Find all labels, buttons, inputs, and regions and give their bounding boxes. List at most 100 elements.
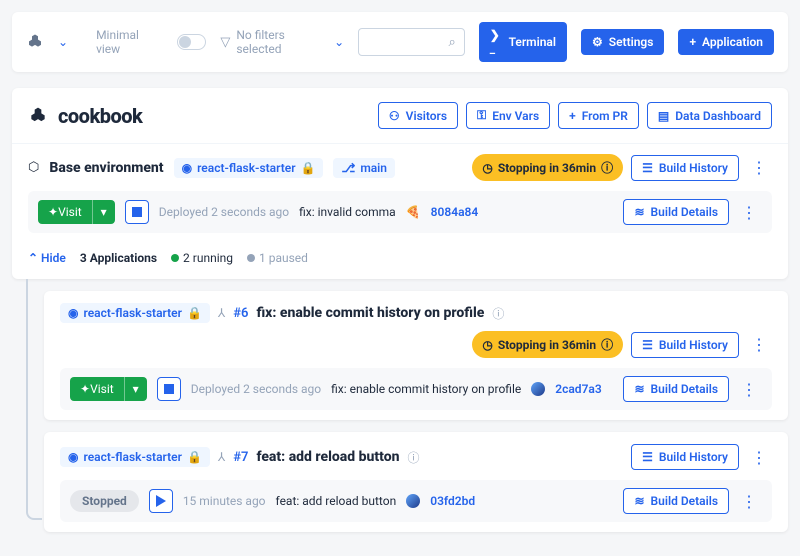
info-icon[interactable]: ⓘ bbox=[601, 336, 613, 353]
repo-chip[interactable]: ◉react-flask-starter🔒 bbox=[60, 447, 210, 467]
clock-icon: ◷ bbox=[482, 338, 492, 352]
more-menu[interactable]: ⋮ bbox=[747, 158, 772, 177]
layers-icon: ≋ bbox=[634, 494, 644, 508]
pr-number[interactable]: #6 bbox=[233, 306, 248, 321]
hide-toggle[interactable]: ⌃ Hide bbox=[28, 251, 66, 265]
visitors-button[interactable]: ⚇Visitors bbox=[378, 102, 458, 129]
data-dashboard-button[interactable]: ▤Data Dashboard bbox=[647, 102, 772, 129]
branch-chip[interactable]: ⎇main bbox=[333, 158, 395, 178]
commit-sha[interactable]: 8084a84 bbox=[431, 205, 479, 219]
stop-button[interactable] bbox=[157, 377, 181, 401]
brand-icon bbox=[26, 33, 44, 51]
commit-message: feat: add reload button bbox=[276, 494, 397, 508]
repo-chip[interactable]: ◉react-flask-starter🔒 bbox=[60, 303, 210, 323]
pizza-icon: 🍕 bbox=[406, 205, 421, 219]
paused-count: 1 paused bbox=[247, 251, 308, 265]
commit-sha[interactable]: 2cad7a3 bbox=[555, 382, 601, 396]
pr-icon: ⅄ bbox=[218, 306, 225, 320]
pr-number[interactable]: #7 bbox=[233, 450, 248, 465]
pr-icon: ⅄ bbox=[218, 450, 225, 464]
rocket-icon: ✦ bbox=[80, 382, 90, 396]
more-menu[interactable]: ⋮ bbox=[747, 335, 772, 354]
play-button[interactable] bbox=[149, 489, 173, 513]
plus-icon: + bbox=[569, 109, 576, 123]
commit-sha[interactable]: 03fd2bd bbox=[430, 494, 475, 508]
apps-count: 3 Applications bbox=[80, 251, 157, 265]
env-vars-button[interactable]: ⚿Env Vars bbox=[466, 102, 550, 129]
info-icon[interactable]: ⓘ bbox=[492, 305, 504, 322]
commit-message: fix: invalid comma bbox=[299, 205, 396, 219]
info-icon[interactable]: ⓘ bbox=[407, 449, 419, 466]
chevron-down-icon: ⌄ bbox=[334, 35, 344, 49]
stop-icon bbox=[164, 384, 174, 394]
stopping-badge: ◷Stopping in 36minⓘ bbox=[472, 331, 623, 358]
build-details-button[interactable]: ≋Build Details bbox=[623, 488, 729, 514]
terminal-icon: ❯_ bbox=[490, 28, 503, 56]
from-pr-button[interactable]: +From PR bbox=[558, 102, 639, 129]
commit-message: fix: enable commit history on profile bbox=[331, 382, 521, 396]
project-title: cookbook bbox=[58, 104, 142, 128]
apps-summary: ⌃ Hide 3 Applications 2 running 1 paused bbox=[12, 243, 788, 279]
more-menu[interactable]: ⋮ bbox=[737, 203, 762, 222]
terminal-button[interactable]: ❯_Terminal bbox=[479, 22, 567, 62]
github-icon: ◉ bbox=[68, 450, 78, 464]
repo-chip[interactable]: ◉react-flask-starter🔒 bbox=[174, 158, 324, 178]
visit-dropdown[interactable]: ▾ bbox=[124, 377, 147, 401]
stopped-badge: Stopped bbox=[70, 490, 139, 512]
visit-dropdown[interactable]: ▾ bbox=[92, 200, 115, 224]
layers-icon: ≋ bbox=[634, 205, 644, 219]
branch-icon: ⎇ bbox=[341, 161, 355, 175]
avatar bbox=[531, 382, 545, 396]
box-icon: ⬡ bbox=[28, 160, 39, 175]
chevron-up-icon: ⌃ bbox=[28, 251, 38, 265]
filter-icon: ▽ bbox=[220, 35, 230, 50]
pr-title: feat: add reload button bbox=[256, 449, 399, 465]
build-details-button[interactable]: ≋Build Details bbox=[623, 376, 729, 402]
running-count: 2 running bbox=[171, 251, 233, 265]
rocket-icon: ✦ bbox=[48, 205, 58, 219]
play-icon bbox=[156, 495, 166, 507]
search-input[interactable]: ⌕ bbox=[358, 28, 465, 56]
minimal-view-label: Minimal view bbox=[96, 28, 163, 56]
stop-icon bbox=[132, 207, 142, 217]
more-menu[interactable]: ⋮ bbox=[737, 380, 762, 399]
search-icon: ⌕ bbox=[448, 35, 455, 50]
pr-card: ◉react-flask-starter🔒 ⅄ #7 feat: add rel… bbox=[44, 432, 788, 532]
project-card: cookbook ⚇Visitors ⚿Env Vars +From PR ▤D… bbox=[12, 88, 788, 279]
more-menu[interactable]: ⋮ bbox=[737, 492, 762, 511]
settings-button[interactable]: ⚙Settings bbox=[581, 29, 664, 55]
users-icon: ⚇ bbox=[389, 109, 400, 123]
topbar: ⌄ Minimal view ▽ No filters selected ⌄ ⌕… bbox=[12, 12, 788, 72]
dashboard-icon: ▤ bbox=[658, 109, 669, 123]
chevron-down-icon[interactable]: ⌄ bbox=[58, 35, 68, 49]
build-details-button[interactable]: ≋Build Details bbox=[623, 199, 729, 225]
visit-button[interactable]: ✦Visit bbox=[38, 200, 92, 224]
visit-button[interactable]: ✦Visit bbox=[70, 377, 124, 401]
lock-icon: 🔒 bbox=[301, 161, 316, 175]
info-icon[interactable]: ⓘ bbox=[601, 159, 613, 176]
deployed-time: Deployed 2 seconds ago bbox=[159, 205, 289, 219]
pr-title: fix: enable commit history on profile bbox=[256, 305, 484, 321]
env-title: Base environment bbox=[49, 160, 163, 176]
stopping-badge: ◷Stopping in 36minⓘ bbox=[472, 154, 623, 181]
deployed-time: Deployed 2 seconds ago bbox=[191, 382, 321, 396]
more-menu[interactable]: ⋮ bbox=[747, 448, 772, 467]
build-history-button[interactable]: ☰Build History bbox=[631, 155, 739, 181]
lock-icon: 🔒 bbox=[187, 450, 202, 464]
key-icon: ⚿ bbox=[477, 108, 486, 123]
list-icon: ☰ bbox=[642, 338, 653, 352]
filter-dropdown[interactable]: ▽ No filters selected ⌄ bbox=[220, 28, 344, 56]
avatar bbox=[406, 494, 420, 508]
pr-card: ◉react-flask-starter🔒 ⅄ #6 fix: enable c… bbox=[44, 291, 788, 420]
build-history-button[interactable]: ☰Build History bbox=[631, 332, 739, 358]
new-application-button[interactable]: +Application bbox=[678, 29, 774, 55]
clock-icon: ◷ bbox=[482, 161, 492, 175]
stop-button[interactable] bbox=[125, 200, 149, 224]
build-history-button[interactable]: ☰Build History bbox=[631, 444, 739, 470]
gear-icon: ⚙ bbox=[592, 35, 603, 49]
brand-icon bbox=[28, 106, 48, 126]
list-icon: ☰ bbox=[642, 450, 653, 464]
deployed-time: 15 minutes ago bbox=[183, 494, 266, 508]
lock-icon: 🔒 bbox=[187, 306, 202, 320]
minimal-view-toggle[interactable] bbox=[177, 34, 206, 50]
